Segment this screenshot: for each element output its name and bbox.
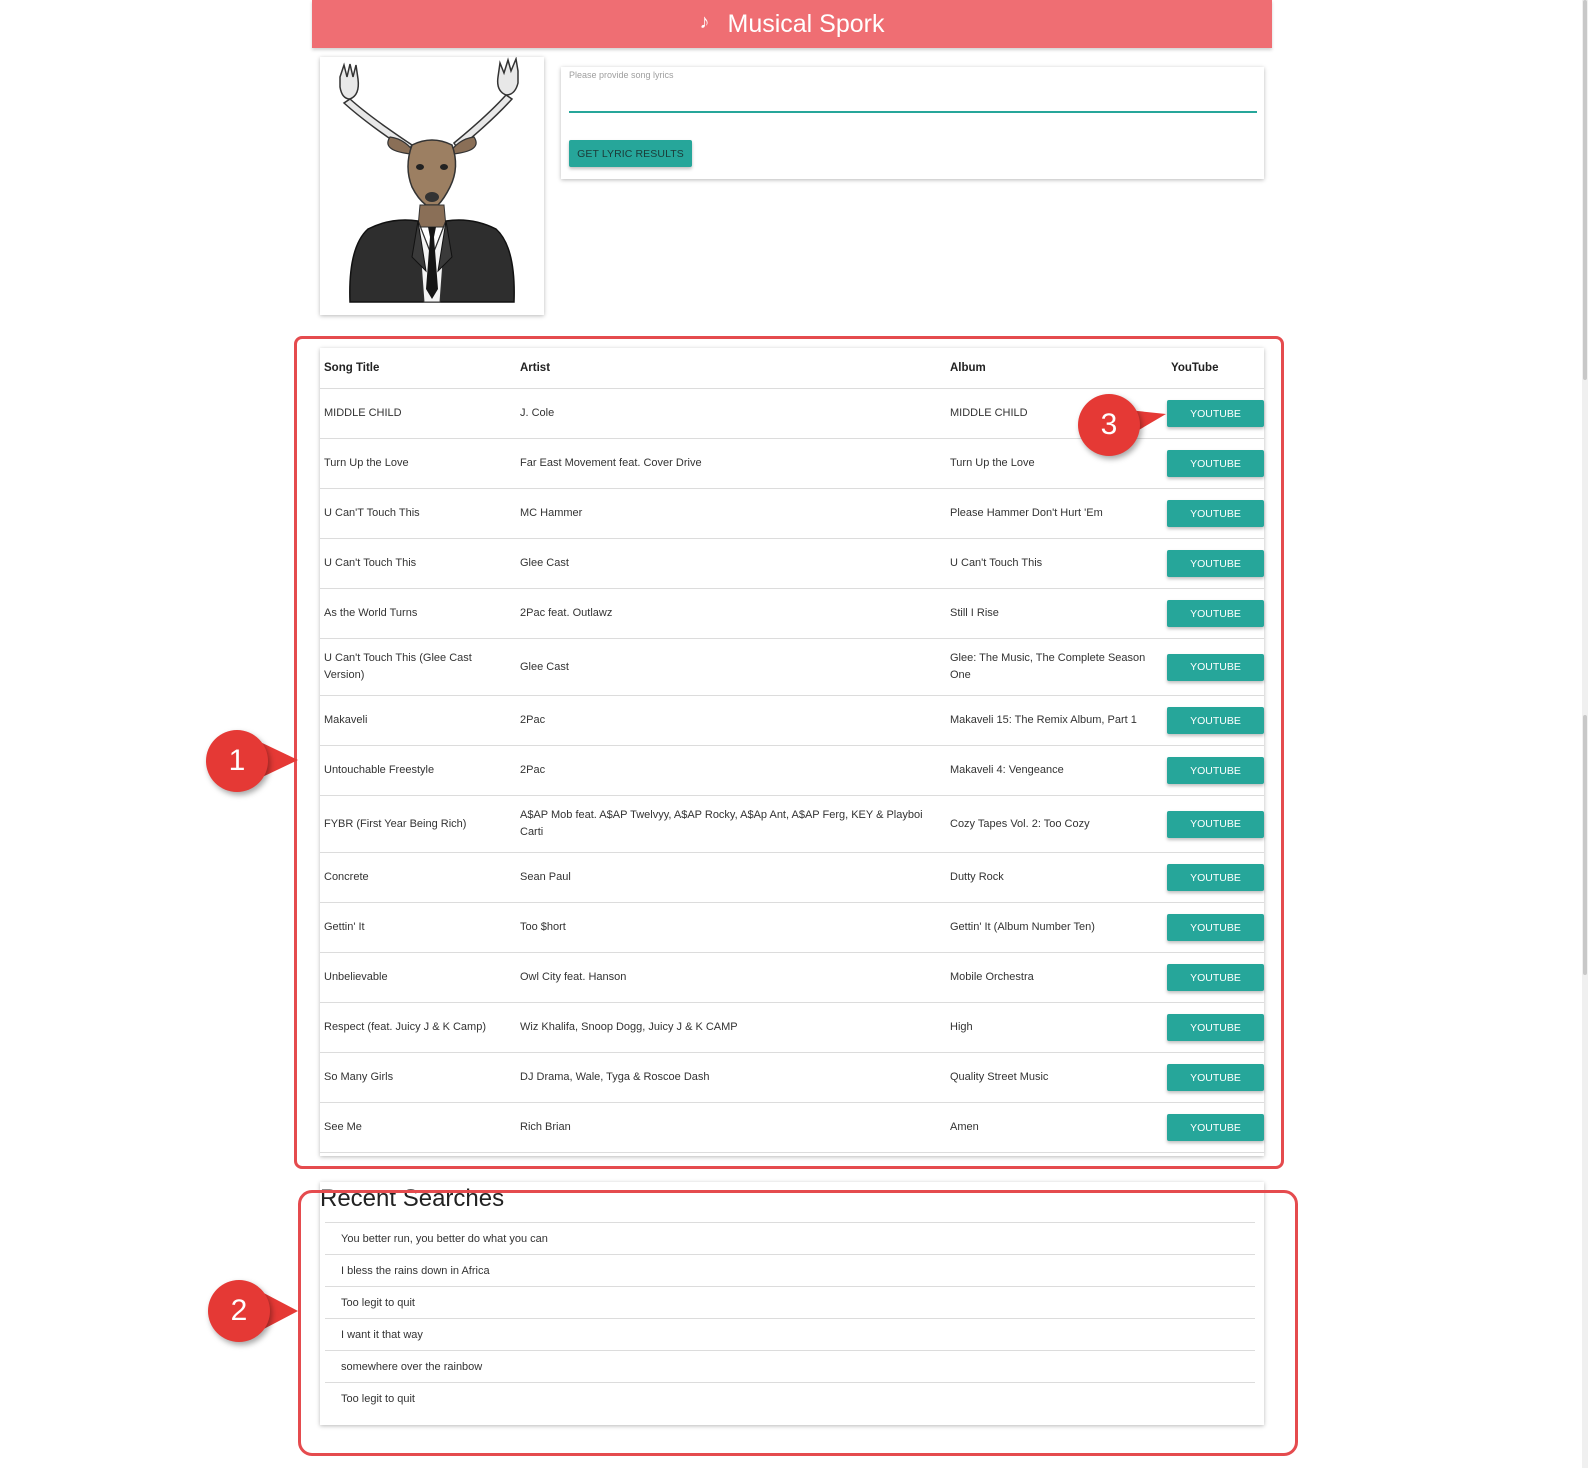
annotation-badge-1: 1	[206, 730, 268, 792]
annotation-badge-3: 3	[1078, 394, 1140, 456]
annotation-badge-2: 2	[208, 1280, 270, 1342]
